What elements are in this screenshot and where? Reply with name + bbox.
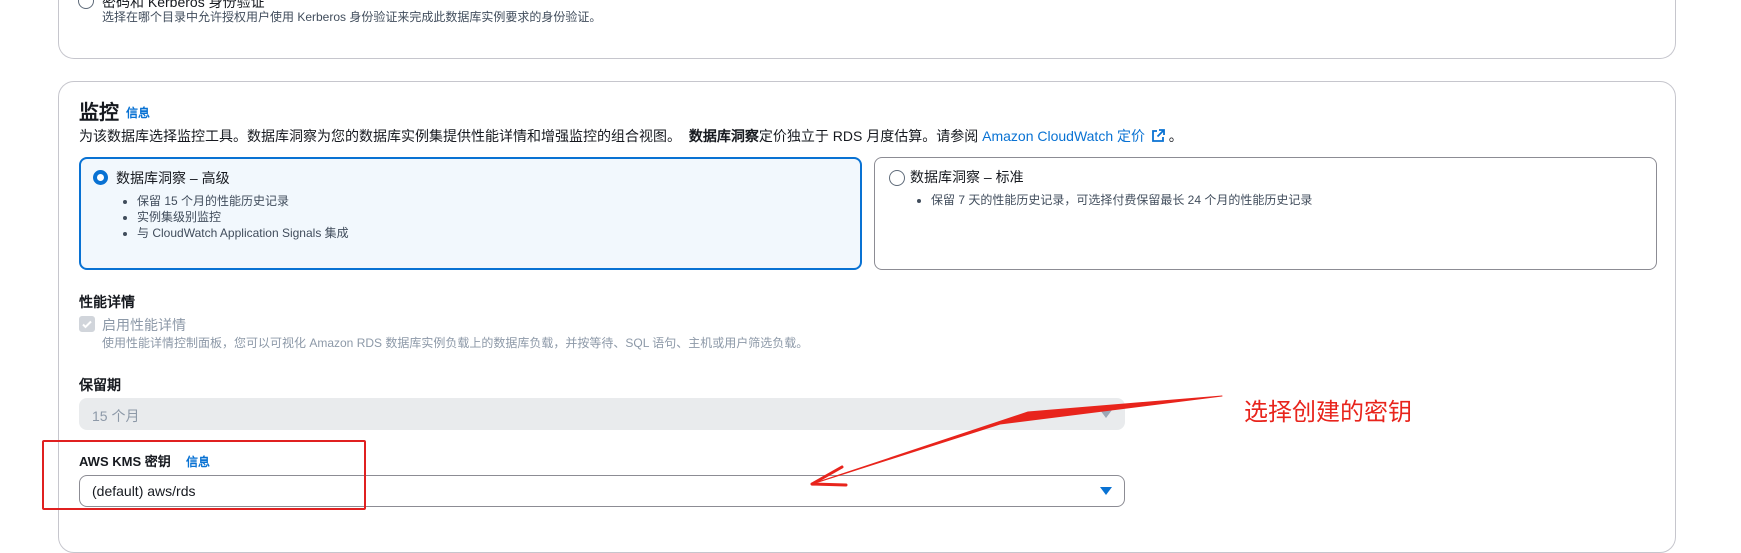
caret-down-icon [1100,487,1112,495]
tile-database-insights-standard[interactable]: 数据库洞察 – 标准 保留 7 天的性能历史记录，可选择付费保留最长 24 个月… [874,157,1657,270]
monitoring-info-link[interactable]: 信息 [126,104,150,121]
list-item: 与 CloudWatch Application Signals 集成 [137,225,349,241]
list-item: 保留 15 个月的性能历史记录 [137,193,349,209]
caret-down-icon [1100,410,1112,418]
monitoring-title: 监控 [79,102,119,124]
tile-database-insights-advanced[interactable]: 数据库洞察 – 高级 保留 15 个月的性能历史记录 实例集级别监控 与 Clo… [79,157,862,270]
list-item: 保留 7 天的性能历史记录，可选择付费保留最长 24 个月的性能历史记录 [931,192,1312,208]
performance-heading: 性能详情 [79,294,135,310]
radio-advanced[interactable] [93,170,108,185]
annotation-text: 选择创建的密钥 [1244,399,1412,426]
tile-advanced-bullets: 保留 15 个月的性能历史记录 实例集级别监控 与 CloudWatch App… [119,193,349,241]
monitoring-desc-end: 。 [1168,128,1183,144]
performance-checkbox-label: 启用性能详情 [102,317,186,333]
cloudwatch-pricing-link[interactable]: Amazon CloudWatch 定价 [982,128,1169,144]
performance-checkbox-desc: 使用性能详情控制面板，您可以可视化 Amazon RDS 数据库实例负载上的数据… [102,336,809,350]
monitoring-desc-mid: 定价独立于 RDS 月度估算。请参阅 [758,128,979,144]
auth-option-desc: 选择在哪个目录中允许授权用户使用 Kerberos 身份验证来完成此数据库实例要… [102,10,602,24]
list-item: 实例集级别监控 [137,209,349,225]
check-icon [82,320,92,329]
monitoring-description: 为该数据库选择监控工具。数据库洞察为您的数据库实例集提供性能详情和增强监控的组合… [79,126,1183,146]
retention-label: 保留期 [79,377,121,393]
retention-value: 15 个月 [92,408,140,424]
tile-standard-label: 数据库洞察 – 标准 [910,169,1024,185]
tile-advanced-label: 数据库洞察 – 高级 [116,170,230,186]
external-link-icon [1151,129,1165,142]
radio-standard[interactable] [889,170,905,186]
retention-select[interactable]: 15 个月 [79,398,1125,430]
monitoring-desc-bold: 数据库洞察 [688,128,759,144]
monitoring-desc-prefix: 为该数据库选择监控工具。数据库洞察为您的数据库实例集提供性能详情和增强监控的组合… [79,128,681,144]
performance-checkbox[interactable] [79,316,95,332]
cloudwatch-pricing-link-text[interactable]: Amazon CloudWatch 定价 [982,128,1145,144]
tile-standard-bullets: 保留 7 天的性能历史记录，可选择付费保留最长 24 个月的性能历史记录 [913,192,1312,208]
annotation-highlight-box [42,440,366,510]
